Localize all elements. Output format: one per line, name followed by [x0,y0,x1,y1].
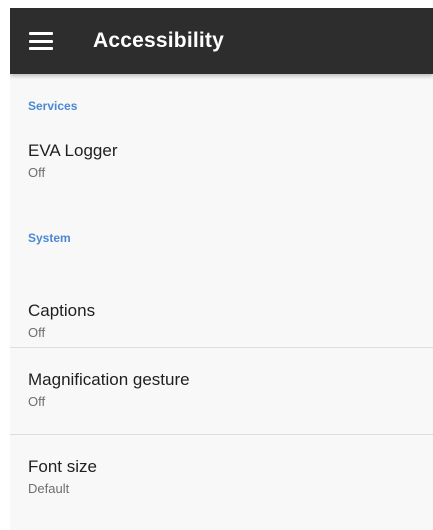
pref-title: Magnification gesture [28,370,190,389]
pref-item-eva-logger[interactable]: EVA Logger Off [10,132,433,212]
pref-title: EVA Logger [28,141,118,160]
pref-title: Font size [28,457,97,476]
device-screen: Accessibility Services EVA Logger Off Sy… [10,8,433,530]
app-bar: Accessibility [10,8,433,74]
page-title: Accessibility [93,29,224,52]
category-header-system: System [28,231,71,245]
pref-summary: Off [28,165,46,180]
pref-summary: Default [28,481,70,496]
pref-item-magnification-gesture[interactable]: Magnification gesture Off [10,348,433,435]
pref-item-captions[interactable]: Captions Off [10,262,433,348]
category-header-services: Services [28,99,78,113]
pref-summary: Off [28,394,46,409]
hamburger-menu-icon[interactable] [29,32,53,50]
pref-summary: Off [28,325,46,340]
pref-title: Captions [28,301,96,320]
pref-item-font-size[interactable]: Font size Default [10,435,433,515]
